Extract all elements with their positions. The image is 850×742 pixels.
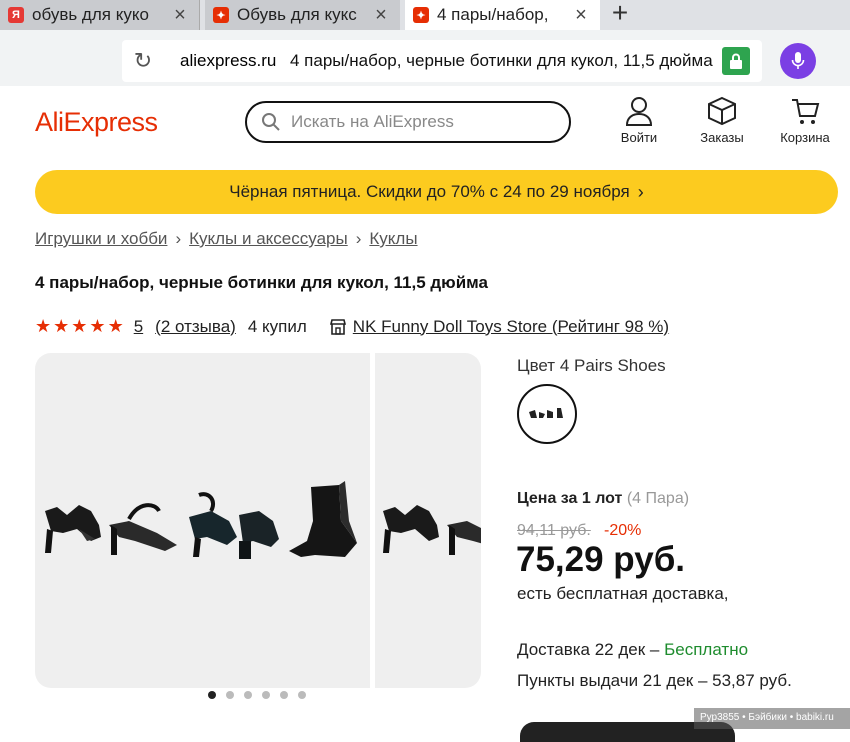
gallery-dot[interactable] (208, 691, 216, 699)
store-link[interactable]: NK Funny Doll Toys Store (Рейтинг 98 %) (353, 317, 669, 337)
cart-icon (792, 99, 820, 124)
gallery-divider (370, 353, 375, 688)
yandex-icon: Я (8, 7, 24, 23)
delivery-info: Доставка 22 дек – Бесплатно (517, 640, 748, 660)
microphone-icon[interactable] (780, 43, 816, 79)
rating-row: ★ ★ ★ ★ ★ 5 (2 отзыва) 4 купил NK Funny … (35, 316, 681, 337)
login-button[interactable]: Войти (604, 96, 674, 145)
search-placeholder: Искать на AliExpress (291, 112, 454, 131)
star-icon: ★ (107, 316, 124, 336)
free-shipping-note: есть бесплатная доставка, (517, 584, 729, 603)
lot-quantity: (4 Пара) (626, 490, 690, 507)
product-image (383, 505, 481, 555)
gallery-dot[interactable] (226, 691, 234, 699)
star-icon: ★ (71, 316, 88, 336)
browser-tab-active[interactable]: ✦ 4 пары/набор, × (405, 0, 600, 30)
box-icon (708, 96, 736, 126)
current-price: 75,29 руб. (516, 540, 686, 579)
delivery-date: Доставка 22 дек – (517, 640, 660, 659)
breadcrumb-link[interactable]: Куклы и аксессуары (189, 229, 348, 249)
cart-label: Корзина (780, 130, 830, 145)
pickup-info: Пункты выдачи 21 дек – 53,87 руб. (517, 671, 792, 690)
browser-tabbar: Я обувь для куко × ✦ Обувь для кукс × ✦ … (0, 0, 850, 30)
product-title: 4 пары/набор, черные ботинки для кукол, … (35, 273, 488, 292)
gallery-dot[interactable] (244, 691, 252, 699)
aliexpress-logo[interactable]: AliExpress (35, 107, 158, 138)
color-swatch-selected[interactable] (517, 384, 577, 444)
discount-badge: -20% (604, 522, 642, 539)
browser-tab[interactable]: ✦ Обувь для кукс × (205, 0, 400, 30)
login-label: Войти (620, 130, 658, 145)
reviews-link[interactable]: (2 отзыва) (155, 317, 236, 337)
new-tab-icon[interactable]: + (605, 0, 635, 30)
search-icon (262, 113, 280, 131)
breadcrumb-link[interactable]: Игрушки и хобби (35, 229, 167, 249)
breadcrumb-link[interactable]: Куклы (369, 229, 417, 249)
chevron-right-icon: › (637, 181, 644, 202)
purchases-count: 4 купил (247, 316, 307, 336)
product-image (45, 481, 357, 559)
breadcrumb: Игрушки и хобби › Куклы и аксессуары › К… (35, 229, 418, 249)
close-icon[interactable]: × (169, 4, 191, 27)
star-icon: ★ (35, 316, 52, 336)
promo-banner[interactable]: Чёрная пятница. Скидки до 70% с 24 по 29… (35, 170, 838, 214)
url-page-title[interactable]: 4 пары/набор, черные ботинки для кукол, … (290, 51, 716, 71)
tab-title: обувь для куко (32, 5, 149, 24)
star-icon: ★ (53, 316, 70, 336)
rating-value[interactable]: 5 (134, 317, 143, 337)
browser-tab[interactable]: Я обувь для куко × (0, 0, 200, 30)
gallery-dot[interactable] (280, 691, 288, 699)
chevron-right-icon: › (355, 229, 362, 248)
chevron-right-icon: › (175, 229, 182, 248)
color-option-label: Цвет 4 Pairs Shoes (517, 356, 666, 375)
star-rating: ★ ★ ★ ★ ★ (35, 316, 126, 337)
tab-title: 4 пары/набор, (437, 5, 549, 24)
promo-text: Чёрная пятница. Скидки до 70% с 24 по 29… (229, 182, 630, 201)
product-gallery[interactable] (35, 353, 481, 688)
gallery-dots (208, 691, 316, 699)
gallery-dot[interactable] (262, 691, 270, 699)
user-icon (625, 97, 653, 126)
close-icon[interactable]: × (370, 4, 392, 27)
search-input[interactable]: Искать на AliExpress (245, 101, 571, 143)
url-domain[interactable]: aliexpress.ru (180, 51, 276, 71)
swatch-thumbnail (529, 408, 563, 418)
orders-button[interactable]: Заказы (687, 96, 757, 145)
lot-label: Цена за 1 лот (517, 490, 623, 507)
reload-icon[interactable]: ↻ (130, 48, 156, 74)
tab-title: Обувь для кукс (237, 5, 357, 24)
gallery-dot[interactable] (298, 691, 306, 699)
price-per-lot-label: Цена за 1 лот (4 Пара) (517, 490, 689, 508)
star-icon: ★ (89, 316, 106, 336)
close-icon[interactable]: × (570, 4, 592, 27)
cart-button[interactable]: Корзина (770, 96, 840, 145)
old-price: 94,11 руб. (517, 522, 591, 539)
delivery-free: Бесплатно (664, 640, 749, 659)
aliexpress-icon: ✦ (213, 7, 229, 23)
store-icon (329, 318, 346, 335)
watermark: Рур3855 • Бэйбики • babiki.ru (694, 708, 850, 729)
lock-icon[interactable] (722, 47, 750, 75)
aliexpress-icon: ✦ (413, 7, 429, 23)
orders-label: Заказы (700, 130, 744, 145)
